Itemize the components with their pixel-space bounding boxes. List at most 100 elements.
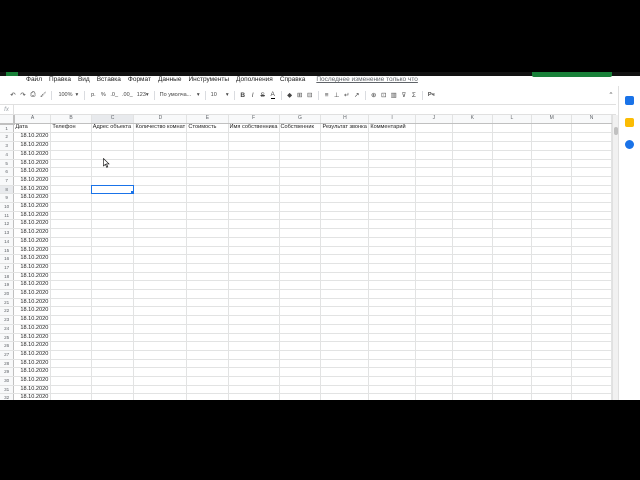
cell[interactable]: [279, 376, 322, 386]
cell[interactable]: [415, 367, 453, 378]
cell[interactable]: [228, 167, 280, 177]
row-header[interactable]: 2: [0, 132, 15, 143]
bold-button[interactable]: B: [238, 89, 248, 101]
cell[interactable]: [368, 132, 416, 143]
cell[interactable]: [279, 272, 322, 282]
cell[interactable]: [320, 359, 370, 369]
cell[interactable]: [415, 167, 453, 177]
cell[interactable]: [279, 298, 322, 308]
cell[interactable]: [452, 254, 493, 264]
row-header[interactable]: 3: [0, 141, 15, 151]
cell[interactable]: 18.10.2020: [13, 219, 52, 230]
cell[interactable]: 18.10.2020: [13, 367, 52, 378]
cell[interactable]: [320, 219, 370, 230]
cell[interactable]: [228, 359, 280, 369]
strikethrough-button[interactable]: S: [258, 89, 268, 101]
cell[interactable]: [415, 359, 453, 369]
cell[interactable]: [91, 324, 135, 334]
row-header[interactable]: 31: [0, 385, 15, 395]
cell[interactable]: [492, 246, 533, 256]
cell[interactable]: [228, 254, 280, 264]
cell[interactable]: [91, 254, 135, 264]
cell[interactable]: [186, 298, 229, 308]
cell[interactable]: [279, 176, 322, 186]
cell[interactable]: [368, 272, 416, 282]
text-rotation-icon[interactable]: ↗: [352, 89, 362, 101]
cell[interactable]: [368, 219, 416, 230]
cell[interactable]: [452, 393, 493, 400]
cell[interactable]: [368, 393, 416, 400]
menu-item[interactable]: Инструменты: [188, 75, 229, 85]
cell[interactable]: [492, 359, 533, 369]
cell[interactable]: 18.10.2020: [13, 159, 52, 169]
cell[interactable]: [228, 193, 280, 203]
cell[interactable]: [133, 132, 188, 143]
column-header[interactable]: M: [531, 115, 573, 125]
cell[interactable]: [279, 324, 322, 334]
cell[interactable]: [320, 246, 370, 256]
cell[interactable]: [415, 202, 453, 212]
cell[interactable]: [228, 376, 280, 386]
cell[interactable]: [415, 237, 453, 247]
cell[interactable]: [320, 254, 370, 264]
cell[interactable]: [228, 176, 280, 186]
cell[interactable]: [228, 219, 280, 230]
cell[interactable]: [279, 219, 322, 230]
cell[interactable]: [133, 159, 188, 169]
cell[interactable]: [228, 202, 280, 212]
cell[interactable]: Собственник: [279, 123, 322, 134]
cell[interactable]: 18.10.2020: [13, 263, 52, 273]
cell[interactable]: [368, 211, 416, 221]
cell[interactable]: [133, 393, 188, 400]
menu-item[interactable]: Данные: [158, 75, 181, 85]
row-header[interactable]: 18: [0, 272, 15, 282]
input-tools-button[interactable]: Рч: [426, 89, 437, 101]
insert-chart-icon[interactable]: ▥: [389, 89, 399, 101]
cell[interactable]: [186, 315, 229, 325]
cell[interactable]: 18.10.2020: [13, 202, 52, 212]
cell[interactable]: [320, 306, 370, 317]
cell[interactable]: [571, 185, 612, 195]
cell[interactable]: [133, 219, 188, 230]
cell[interactable]: [50, 132, 92, 143]
cell[interactable]: [452, 376, 493, 386]
row-header[interactable]: 24: [0, 324, 15, 334]
cell[interactable]: [228, 315, 280, 325]
cell[interactable]: [320, 185, 370, 195]
cell[interactable]: [368, 289, 416, 299]
cell[interactable]: 18.10.2020: [13, 228, 52, 238]
cell[interactable]: [415, 272, 453, 282]
cell[interactable]: [531, 246, 573, 256]
row-header[interactable]: 5: [0, 159, 15, 169]
column-header[interactable]: K: [452, 115, 493, 125]
cell[interactable]: [368, 202, 416, 212]
cell[interactable]: [228, 211, 280, 221]
cell[interactable]: [531, 193, 573, 203]
cell[interactable]: [571, 289, 612, 299]
cell[interactable]: [492, 150, 533, 160]
menu-item[interactable]: Правка: [49, 75, 71, 85]
collapse-menu-icon[interactable]: ⌃: [606, 89, 616, 101]
cell[interactable]: [279, 246, 322, 256]
cell[interactable]: [228, 263, 280, 273]
cell[interactable]: [492, 263, 533, 273]
cell[interactable]: [571, 132, 612, 143]
font-family-select[interactable]: По умолча... ▾: [158, 89, 202, 101]
cell[interactable]: [228, 272, 280, 282]
cell[interactable]: [91, 263, 135, 273]
row-header[interactable]: 13: [0, 228, 15, 238]
cell[interactable]: [452, 202, 493, 212]
cell[interactable]: [571, 298, 612, 308]
cell[interactable]: [50, 298, 92, 308]
cell[interactable]: 18.10.2020: [13, 167, 52, 177]
cell[interactable]: [452, 211, 493, 221]
column-header[interactable]: E: [186, 115, 229, 125]
cell[interactable]: [279, 193, 322, 203]
cell[interactable]: [531, 254, 573, 264]
cell[interactable]: [452, 263, 493, 273]
cell[interactable]: [133, 176, 188, 186]
cell[interactable]: [50, 202, 92, 212]
cell[interactable]: [368, 376, 416, 386]
cell[interactable]: [133, 141, 188, 151]
cell[interactable]: [368, 141, 416, 151]
